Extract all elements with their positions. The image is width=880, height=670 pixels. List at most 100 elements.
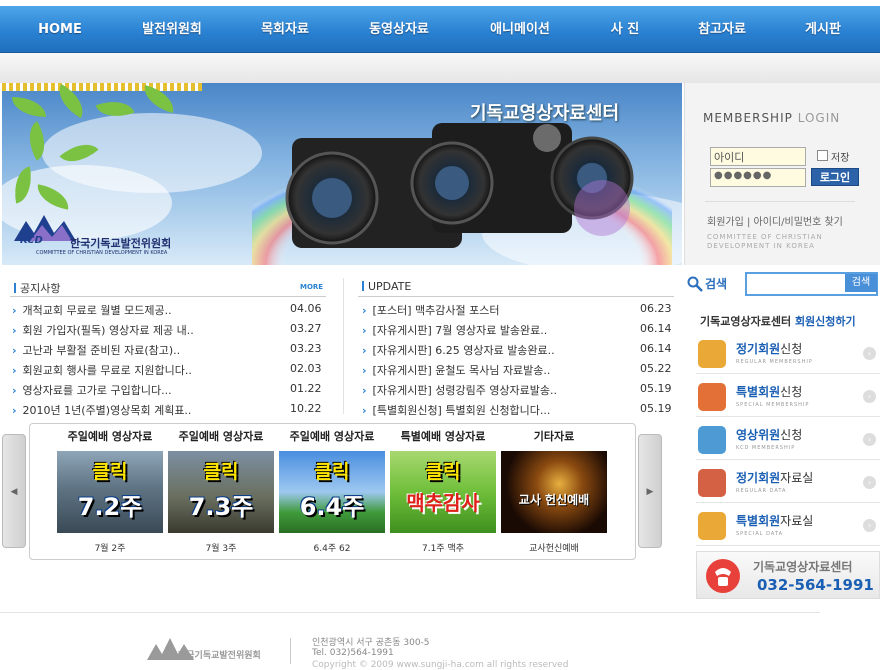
gallery-category-label: 기타자료: [533, 430, 575, 443]
gallery-category-label: 주일예배 영상자료: [178, 430, 264, 443]
side-menu-item[interactable]: 정기회원신청 REGULAR MEMBERSHIP ›: [696, 334, 880, 374]
update-date: 05.19: [640, 382, 672, 395]
side-menu-label-main: 영상위원: [736, 428, 781, 442]
main-nav: HOME 발전위원회 목회자료 동영상자료 애니메이션 사 진 참고자료 게시판: [0, 6, 880, 53]
notice-item[interactable]: 회원교회 행사를 무료로 지원합니다..: [12, 362, 192, 378]
side-menu-label-suffix: 자료실: [780, 514, 814, 528]
search-button[interactable]: 검색: [845, 274, 877, 292]
side-menu-label-main: 정기회원: [736, 471, 781, 485]
nav-video[interactable]: 동영상자료: [352, 6, 446, 53]
login-button[interactable]: 로그인: [811, 168, 859, 186]
side-menu-label: 특별회원신청: [736, 383, 802, 400]
film-icon: [698, 469, 726, 497]
side-menu-label-suffix: 자료실: [780, 471, 814, 485]
kcd-logo[interactable]: KCD 한국기독교발전위원회 COMMITTEE OF CHRISTIAN DE…: [12, 211, 222, 259]
update-item[interactable]: [포스터] 맥추감사절 포스터: [362, 302, 500, 318]
update-title: UPDATE: [362, 280, 411, 293]
login-title: MEMBERSHIP LOGIN: [703, 111, 841, 125]
notice-item[interactable]: 개척교회 무료로 월별 모드제공..: [12, 302, 172, 318]
kcd-sub: COMMITTEE OF CHRISTIAN DEVELOPMENT IN KO…: [36, 250, 168, 256]
nav-committee[interactable]: 발전위원회: [126, 6, 218, 53]
gallery-thumbnail[interactable]: 클릭 7.2주: [57, 451, 163, 533]
notice-date: 10.22: [290, 402, 322, 415]
garland: [2, 83, 202, 91]
hero-title: 기독교영상자료센터: [470, 103, 620, 124]
save-checkbox[interactable]: [817, 150, 828, 161]
thumbnail-week-text: 7.3주: [188, 493, 254, 521]
phone-banner: 기독교영상자료센터 032-564-1991: [696, 551, 880, 599]
update-item[interactable]: [자유게시판] 7월 영상자료 발송완료..: [362, 322, 548, 338]
side-menu-label-suffix: 신청: [780, 428, 803, 442]
side-menu-item[interactable]: 영상위원신청 KCD MEMBERSHIP ›: [696, 420, 880, 460]
footer-logo-name: 한국기독교발전위원회: [178, 651, 261, 661]
update-date: 06.23: [640, 302, 672, 315]
nav-home[interactable]: HOME: [20, 6, 100, 53]
side-menu-item[interactable]: 정기회원자료실 REGULAR DATA ›: [696, 463, 880, 503]
thumbnail-week-text: 맥추감사: [406, 491, 480, 515]
notice-title: 공지사항: [14, 280, 60, 296]
gallery-category-label: 특별예배 영상자료: [400, 430, 486, 443]
save-label: 저장: [831, 153, 850, 164]
side-menu-sub: REGULAR MEMBERSHIP: [736, 359, 813, 365]
chevron-right-icon: ›: [863, 347, 876, 360]
nav-board[interactable]: 게시판: [788, 6, 858, 53]
update-divider: [358, 296, 674, 297]
update-item[interactable]: [자유게시판] 윤철도 목사님 자료발송..: [362, 362, 551, 378]
kcd-mark: KCD: [20, 235, 43, 246]
side-menu-sub: SPECIAL MEMBERSHIP: [736, 402, 810, 408]
books-icon: [698, 340, 726, 368]
update-date: 05.19: [640, 402, 672, 415]
update-item[interactable]: [자유게시판] 6.25 영상자료 발송완료..: [362, 342, 555, 358]
gallery-thumbnail[interactable]: 클릭맥추감사: [390, 451, 496, 533]
side-menu-label: 정기회원신청: [736, 340, 802, 357]
notice-item[interactable]: 회원 가입자(필독) 영상자료 제공 내..: [12, 322, 194, 338]
side-menu-label: 영상위원신청: [736, 426, 802, 443]
chevron-right-icon: ›: [863, 519, 876, 532]
side-menu-sub: SPECIAL DATA: [736, 531, 783, 537]
update-item[interactable]: [특별회원신청] 특별회원 신청합니다...: [362, 402, 551, 418]
side-menu-label: 정기회원자료실: [736, 469, 813, 486]
notice-more-link[interactable]: MORE: [300, 283, 323, 291]
footer-separator: [290, 638, 291, 664]
update-item[interactable]: [자유게시판] 성령강림주 영상자료발송..: [362, 382, 558, 398]
notice-item[interactable]: 고난과 부활절 준비된 자료(참고)..: [12, 342, 181, 358]
side-menu-item[interactable]: 특별회원자료실 SPECIAL DATA ›: [696, 506, 880, 546]
footer-address: 인천광역시 서구 공촌동 300-5: [312, 638, 430, 648]
gallery-thumbnail[interactable]: 교사 헌신예배: [501, 451, 607, 533]
nav-ministry[interactable]: 목회자료: [240, 6, 330, 53]
password-input[interactable]: ●●●●●●: [710, 168, 806, 187]
gallery-items: 주일예배 영상자료 클릭 7.2주 7월 2주 주일예배 영상자료 클릭 7.3주 7월 3주…: [29, 423, 636, 560]
phone-label: 기독교영상자료센터: [753, 560, 853, 574]
gallery-thumbnail[interactable]: 클릭 7.3주: [168, 451, 274, 533]
gallery-prev-button[interactable]: ◀: [2, 434, 26, 548]
notice-date: 03.27: [290, 322, 322, 335]
nav-animation[interactable]: 애니메이션: [470, 6, 570, 53]
login-divider: [705, 201, 855, 202]
phone-number: 032-564-1991: [757, 576, 874, 594]
gallery-caption: 6.4주 62: [313, 544, 351, 554]
kcd-name: 한국기독교발전위원회: [70, 237, 172, 250]
thumbnail-click-text: 클릭: [92, 461, 128, 483]
notice-date: 03.23: [290, 342, 322, 355]
update-date: 06.14: [640, 342, 672, 355]
update-date: 05.22: [640, 362, 672, 375]
search-icon: [687, 276, 703, 292]
nav-reference[interactable]: 참고자료: [680, 6, 764, 53]
notice-item[interactable]: 2010년 1년(주별)영상목회 계획표..: [12, 402, 192, 418]
id-input[interactable]: 아이디: [710, 147, 806, 166]
gallery-thumbnail[interactable]: 클릭 6.4주: [279, 451, 385, 533]
side-menu-item[interactable]: 특별회원신청 SPECIAL MEMBERSHIP ›: [696, 377, 880, 417]
phone-icon: [706, 559, 740, 593]
thumbnail-click-text: 클릭: [425, 461, 461, 483]
nav-photo[interactable]: 사 진: [590, 6, 660, 53]
side-menu-label: 특별회원자료실: [736, 512, 813, 529]
thumbnail-week-text: 7.2주: [77, 493, 143, 521]
chevron-right-icon: ›: [863, 390, 876, 403]
thumbnail-click-text: 클릭: [314, 461, 350, 483]
gallery-next-button[interactable]: ▶: [638, 434, 662, 548]
notice-item[interactable]: 영상자료를 고가로 구입합니다...: [12, 382, 172, 398]
notice-date: 04.06: [290, 302, 322, 315]
login-links[interactable]: 회원가입 | 아이디/비밀번호 찾기: [707, 213, 843, 228]
gallery-category-label: 주일예배 영상자료: [67, 430, 153, 443]
notice-divider: [10, 296, 326, 297]
